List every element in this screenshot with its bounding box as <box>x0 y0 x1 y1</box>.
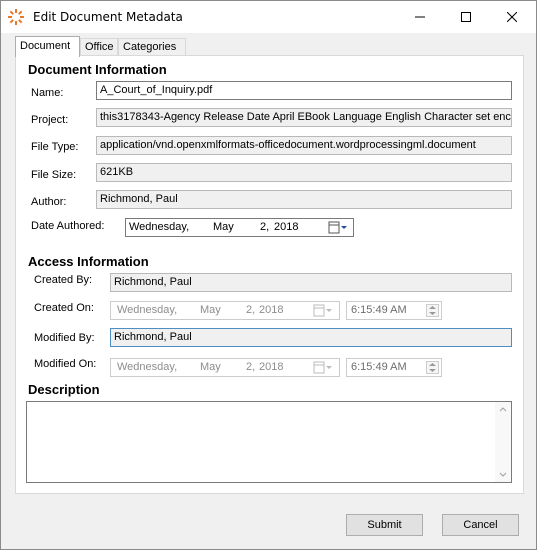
created-on-label: Created On: <box>34 302 94 314</box>
created-on-month: May <box>200 304 221 316</box>
name-field[interactable]: A_Court_of_Inquiry.pdf <box>96 81 512 100</box>
created-by-label: Created By: <box>34 274 93 286</box>
vertical-scrollbar[interactable] <box>495 402 511 482</box>
modified-on-day: 2, <box>246 361 256 373</box>
file-size-field[interactable]: 621KB <box>96 163 512 182</box>
created-on-weekday: Wednesday, <box>117 304 178 316</box>
modified-on-weekday: Wednesday, <box>117 361 178 373</box>
minimize-icon <box>415 16 425 18</box>
file-type-label: File Type: <box>31 141 79 153</box>
access-information-heading: Access Information <box>28 254 149 269</box>
date-authored-label: Date Authored: <box>31 220 105 232</box>
author-label: Author: <box>31 196 67 208</box>
created-on-day: 2, <box>246 304 256 316</box>
modified-on-time-picker[interactable]: 6:15:49 AM <box>346 358 442 377</box>
modified-on-date-picker[interactable]: Wednesday, May 2, 2018 <box>110 358 340 377</box>
calendar-dropdown-icon[interactable] <box>313 361 333 374</box>
window-title: Edit Document Metadata <box>33 10 183 24</box>
author-field[interactable]: Richmond, Paul <box>96 190 512 209</box>
cancel-button[interactable]: Cancel <box>442 514 519 536</box>
created-on-year: 2018 <box>259 304 284 316</box>
project-field[interactable]: this3178343-Agency Release Date April EB… <box>96 108 512 127</box>
tab-categories[interactable]: Categories <box>118 38 186 55</box>
spinner-arrows-icon[interactable] <box>426 361 439 374</box>
project-label: Project: <box>31 114 69 126</box>
tab-document[interactable]: Document <box>15 36 80 57</box>
file-type-field[interactable]: application/vnd.openxmlformats-officedoc… <box>96 136 512 155</box>
maximize-icon <box>461 12 471 22</box>
description-textarea[interactable] <box>26 401 512 483</box>
document-information-heading: Document Information <box>28 62 167 77</box>
date-authored-picker[interactable]: Wednesday, May 2, 2018 <box>125 218 354 237</box>
modified-on-year: 2018 <box>259 361 284 373</box>
modified-by-field[interactable]: Richmond, Paul <box>110 328 512 347</box>
created-by-field[interactable]: Richmond, Paul <box>110 273 512 292</box>
spinner-arrows-icon[interactable] <box>426 304 439 317</box>
modified-on-time: 6:15:49 AM <box>351 361 407 373</box>
name-label: Name: <box>31 87 64 99</box>
date-month: May <box>213 221 234 233</box>
calendar-dropdown-icon[interactable] <box>328 221 348 234</box>
created-on-time-picker[interactable]: 6:15:49 AM <box>346 301 442 320</box>
date-day: 2, <box>260 221 270 233</box>
minimize-button[interactable] <box>397 1 443 33</box>
created-on-date-picker[interactable]: Wednesday, May 2, 2018 <box>110 301 340 320</box>
description-heading: Description <box>28 382 100 397</box>
maximize-button[interactable] <box>443 1 489 33</box>
close-icon <box>507 12 517 22</box>
close-button[interactable] <box>489 1 535 33</box>
app-logo-icon <box>8 9 24 25</box>
submit-button[interactable]: Submit <box>346 514 423 536</box>
date-year: 2018 <box>274 221 299 233</box>
date-weekday: Wednesday, <box>129 221 190 233</box>
edit-metadata-window: Edit Document Metadata Document Office C… <box>0 0 537 550</box>
modified-by-label: Modified By: <box>34 332 95 344</box>
tab-office[interactable]: Office <box>80 38 118 55</box>
modified-on-label: Modified On: <box>34 358 97 370</box>
created-on-time: 6:15:49 AM <box>351 304 407 316</box>
title-bar[interactable]: Edit Document Metadata <box>1 1 536 33</box>
modified-on-month: May <box>200 361 221 373</box>
calendar-dropdown-icon[interactable] <box>313 304 333 317</box>
file-size-label: File Size: <box>31 169 77 181</box>
